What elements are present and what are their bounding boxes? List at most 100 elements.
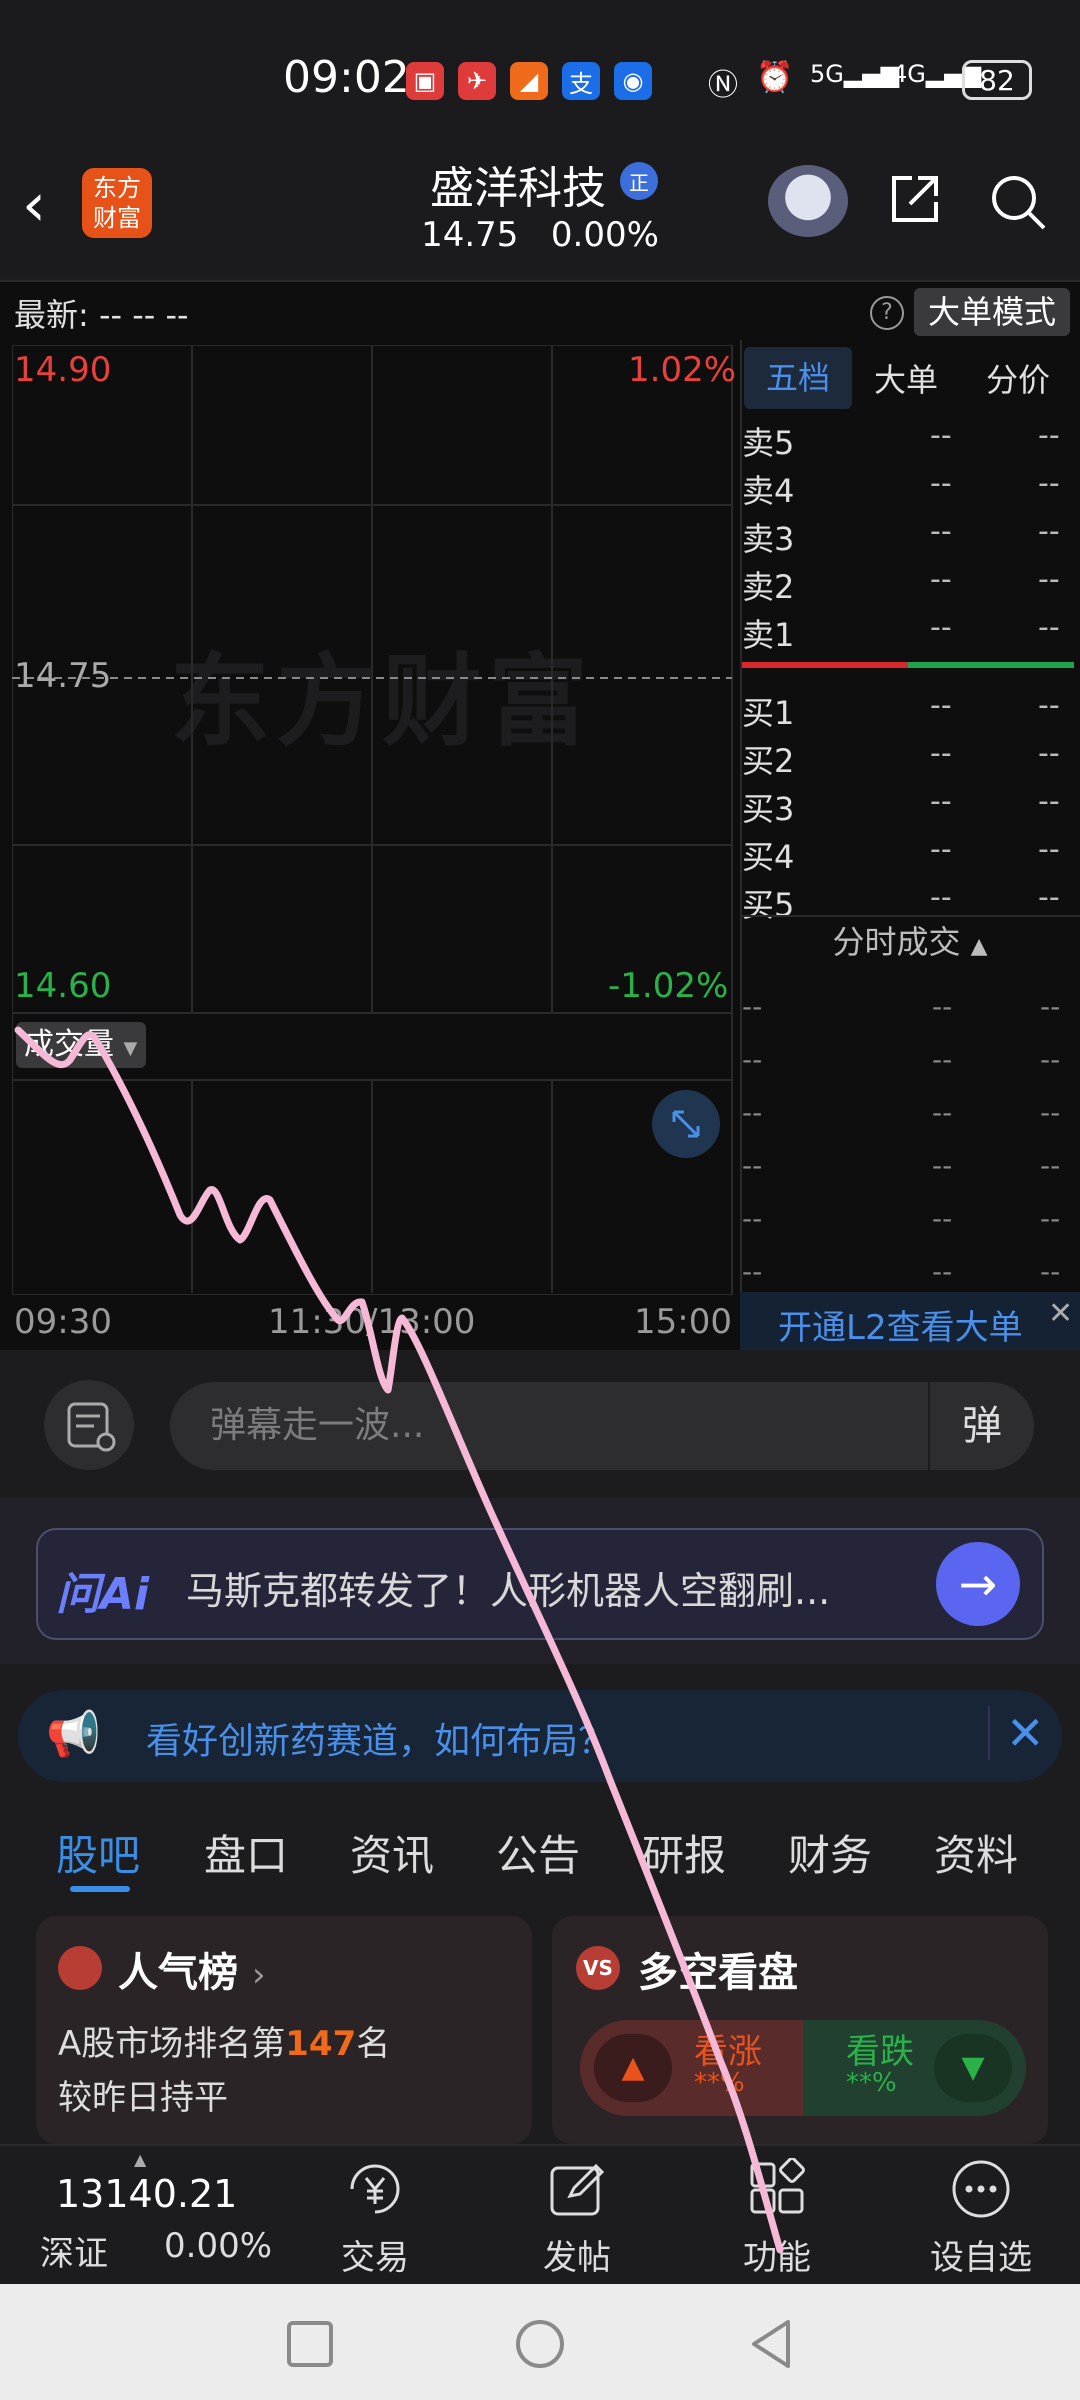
more-icon[interactable]: [950, 2158, 1012, 2220]
notification-app-icon: ◢: [510, 62, 548, 100]
tab-five-levels[interactable]: 五档: [744, 347, 852, 409]
buy-level-volume: --: [1038, 880, 1060, 915]
ai-prompt-text[interactable]: 马斯克都转发了！人形机器人空翻刷...: [186, 1560, 906, 1615]
buy-level-label: 买3: [742, 790, 795, 828]
latest-values: -- -- --: [98, 296, 189, 334]
tick-price: --: [932, 1202, 953, 1235]
sell-level-volume: --: [1038, 466, 1060, 501]
tab-news[interactable]: 资讯: [350, 1822, 434, 1883]
tick-time: --: [742, 1096, 763, 1129]
sell-level-label: 卖5: [742, 424, 795, 462]
bull-bear-title: 多空看盘: [638, 1950, 798, 1996]
signal-5g-icon: 5G▂▄▆: [810, 60, 900, 88]
tab-big-orders[interactable]: 大单: [874, 355, 938, 401]
caret-up-icon: ▲: [134, 2150, 147, 2169]
search-icon[interactable]: [988, 172, 1048, 232]
nav-add-watchlist[interactable]: 设自选: [911, 2230, 1051, 2279]
announcement-text[interactable]: 看好创新药赛道，如何布局？: [146, 1712, 614, 1764]
tick-volume: --: [1040, 1043, 1061, 1076]
bearish-pct: **%: [846, 2068, 897, 2098]
tick-time: --: [742, 1149, 763, 1182]
volume-selector-label: 成交量: [24, 1027, 114, 1062]
ai-logo: 问Ai: [56, 1569, 150, 1620]
rank-prefix: A股市场排名第: [58, 2024, 286, 2064]
tick-volume: --: [1040, 1096, 1061, 1129]
nav-post[interactable]: 发帖: [507, 2230, 647, 2279]
buy-level-price: --: [930, 784, 952, 819]
popularity-change: 较昨日持平: [58, 2078, 228, 2118]
pct-low-label: -1.02%: [608, 966, 729, 1006]
expand-chart-icon[interactable]: [652, 1090, 720, 1158]
time-sales-header[interactable]: 分时成交 ▲: [740, 915, 1080, 965]
back-triangle-icon[interactable]: [744, 2316, 800, 2372]
ai-robot-avatar[interactable]: [768, 165, 848, 237]
tick-time: --: [742, 1255, 763, 1288]
popularity-title: 人气榜 ›: [118, 1940, 266, 1998]
time-axis-mid: 11:30/13:00: [268, 1302, 476, 1342]
close-icon[interactable]: ✕: [988, 1706, 1045, 1760]
buy-level-label: 买4: [742, 838, 795, 876]
sell-level-volume: --: [1038, 418, 1060, 453]
stock-price: 14.75: [421, 215, 519, 255]
alipay-icon: 支: [562, 62, 600, 100]
rank-value: 147: [285, 2024, 357, 2064]
bid-ask-divider: [742, 662, 1074, 668]
sell-level-price: --: [930, 610, 952, 645]
tab-guba[interactable]: 股吧: [56, 1822, 140, 1883]
volume-indicator-dropdown[interactable]: 成交量 ▼: [16, 1022, 146, 1068]
buy-level-volume: --: [1038, 832, 1060, 867]
big-order-mode-button[interactable]: 大单模式: [914, 288, 1070, 336]
tab-announcements[interactable]: 公告: [496, 1822, 580, 1883]
tick-volume: --: [1040, 1255, 1061, 1288]
bullish-button[interactable]: ▲: [594, 2034, 672, 2102]
close-icon[interactable]: ✕: [1048, 1296, 1073, 1331]
chevron-right-icon: ›: [251, 1955, 266, 1995]
battery-icon: 82: [962, 60, 1032, 100]
tab-finance[interactable]: 财务: [788, 1822, 872, 1883]
recent-apps-icon[interactable]: [284, 2318, 336, 2370]
l2-promo-text[interactable]: 开通L2查看大单: [778, 1300, 1023, 1349]
post-edit-icon[interactable]: [546, 2158, 608, 2220]
help-icon[interactable]: ?: [870, 296, 904, 330]
tick-time: --: [742, 1202, 763, 1235]
tick-volume: --: [1040, 1202, 1061, 1235]
nfc-icon: Ⓝ: [708, 68, 738, 103]
sell-level-volume: --: [1038, 562, 1060, 597]
ranking-icon: [58, 1946, 102, 1990]
megaphone-icon: 📢: [46, 1709, 101, 1760]
buy-level-label: 买2: [742, 742, 795, 780]
tick-volume: --: [1040, 990, 1061, 1023]
tab-price-distribution[interactable]: 分价: [986, 355, 1050, 401]
buy-level-price: --: [930, 688, 952, 723]
tick-price: --: [932, 1096, 953, 1129]
sell-level-label: 卖2: [742, 568, 795, 606]
stock-change: 0.00%: [550, 215, 659, 255]
tick-price: --: [932, 1255, 953, 1288]
bullish-pct: **%: [694, 2068, 745, 2098]
index-name[interactable]: 深证: [40, 2226, 108, 2275]
bearish-label[interactable]: 看跌: [846, 2024, 914, 2073]
arrow-right-icon[interactable]: →: [936, 1542, 1020, 1626]
danmaku-input[interactable]: 弹幕走一波...: [170, 1382, 1034, 1470]
bearish-button[interactable]: ▼: [934, 2034, 1012, 2102]
tab-pankou[interactable]: 盘口: [204, 1822, 288, 1883]
intraday-chart[interactable]: [12, 345, 734, 1295]
index-change[interactable]: 0.00%: [164, 2226, 272, 2266]
sell-level-price: --: [930, 514, 952, 549]
danmaku-toggle-button[interactable]: 弹: [928, 1382, 1034, 1470]
pct-high-label: 1.02%: [628, 350, 737, 390]
index-value[interactable]: 13140.21: [56, 2172, 237, 2216]
home-icon[interactable]: [512, 2316, 568, 2372]
sell-level-label: 卖4: [742, 472, 795, 510]
nav-functions[interactable]: 功能: [707, 2230, 847, 2279]
trade-yen-icon[interactable]: [344, 2158, 406, 2220]
nav-trade[interactable]: 交易: [305, 2230, 445, 2279]
notification-app-icon: ◉: [614, 62, 652, 100]
share-icon[interactable]: [888, 172, 942, 226]
functions-grid-icon[interactable]: [746, 2158, 808, 2220]
tab-profile[interactable]: 资料: [934, 1822, 1018, 1883]
tab-research[interactable]: 研报: [642, 1822, 726, 1883]
danmaku-settings-icon[interactable]: [44, 1380, 134, 1470]
tick-price: --: [932, 1043, 953, 1076]
bullish-label[interactable]: 看涨: [694, 2024, 762, 2073]
